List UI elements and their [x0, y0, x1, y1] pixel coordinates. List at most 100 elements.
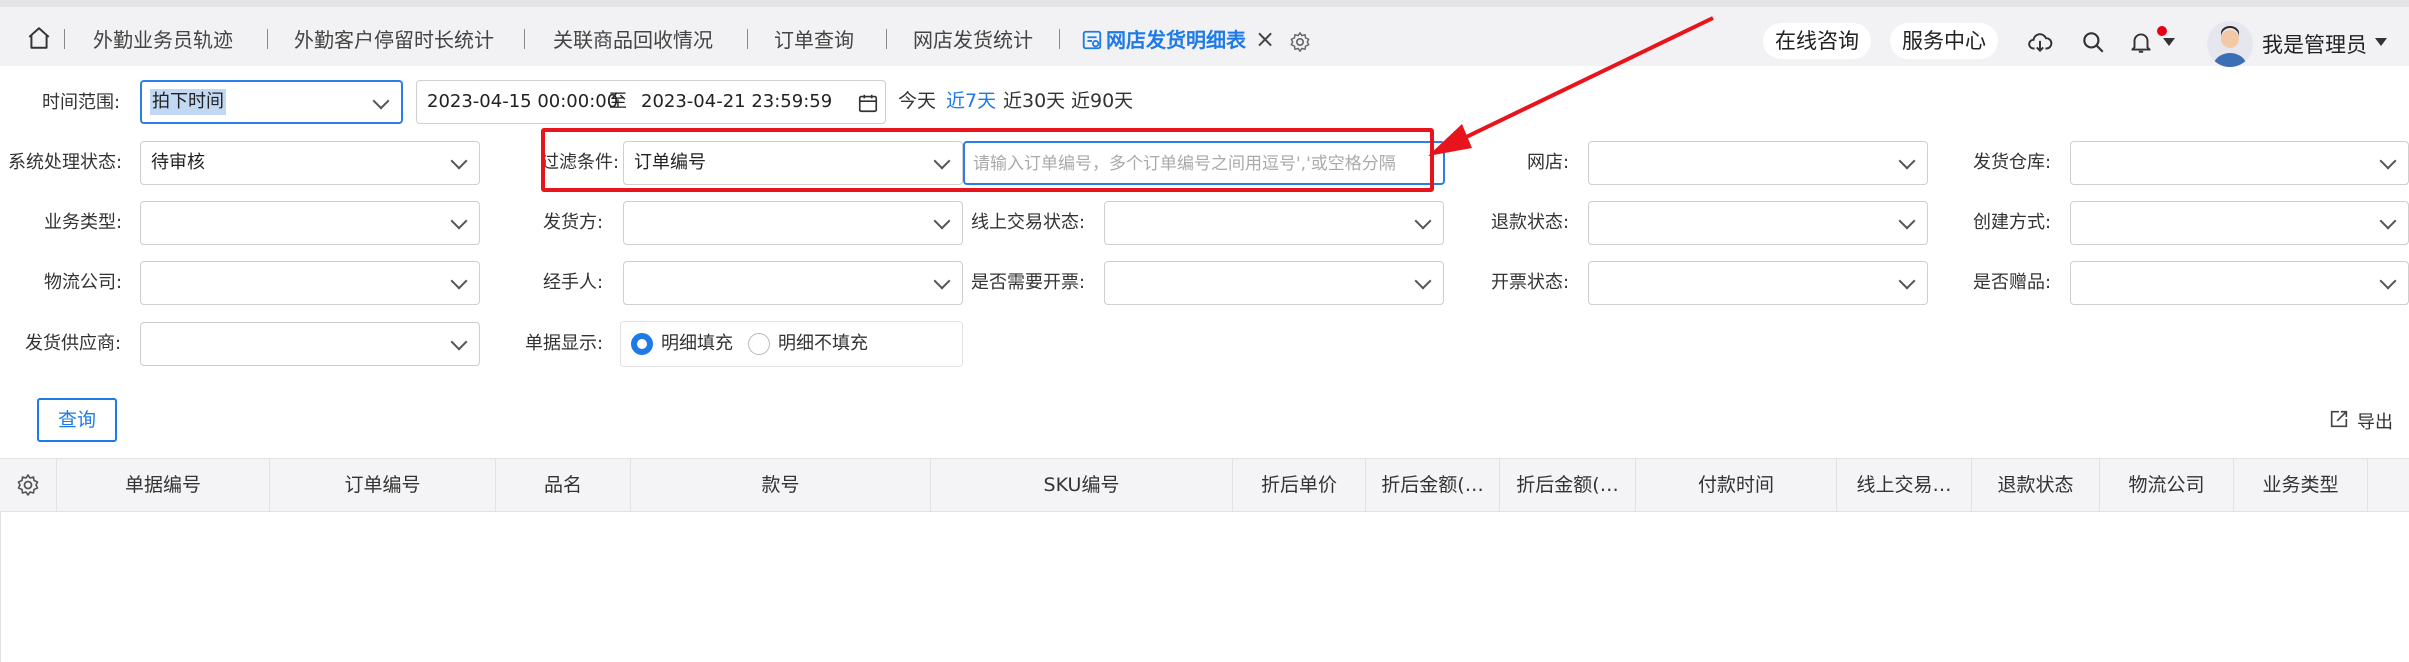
date-start: 2023-04-15 00:00:00	[427, 91, 619, 112]
biz-type-select[interactable]	[140, 201, 480, 245]
doc-display-radio-group: 明细填充 明细不填充	[620, 321, 963, 367]
logistics-select[interactable]	[140, 261, 480, 305]
quick-90-days[interactable]: 近90天	[1071, 89, 1133, 113]
sys-status-select[interactable]: 待审核	[140, 141, 480, 185]
tab-separator	[64, 29, 65, 49]
column-header-product-name[interactable]: 品名	[495, 459, 630, 511]
chevron-down-icon	[1898, 212, 1916, 230]
shipper-select[interactable]	[623, 201, 963, 245]
avatar[interactable]	[2207, 21, 2253, 67]
chevron-down-icon	[450, 152, 468, 170]
column-header-discount-price[interactable]: 折后单价	[1232, 459, 1365, 511]
shop-select[interactable]	[1588, 141, 1928, 185]
tab-shop-shipping-stats[interactable]: 网店发货统计	[913, 27, 1033, 53]
radio-fill-label[interactable]: 明细填充	[661, 332, 733, 356]
create-method-label: 创建方式:	[1973, 212, 2052, 233]
is-gift-select[interactable]	[2070, 261, 2409, 305]
column-header-sku-no[interactable]: SKU编号	[930, 459, 1232, 511]
service-center-button[interactable]: 服务中心	[1890, 23, 1998, 59]
search-icon[interactable]	[2080, 29, 2106, 55]
tab-shop-shipping-detail[interactable]: 网店发货明细表	[1106, 27, 1246, 53]
logistics-label: 物流公司:	[44, 272, 123, 293]
chevron-down-icon	[450, 212, 468, 230]
column-header-discount-amount-2[interactable]: 折后金额(…	[1499, 459, 1635, 511]
tab-separator	[1059, 29, 1060, 49]
time-type-select[interactable]: 拍下时间	[140, 80, 403, 124]
tab-product-recovery[interactable]: 关联商品回收情况	[553, 27, 713, 53]
chevron-down-icon	[933, 212, 951, 230]
tab-separator	[886, 29, 887, 49]
refund-status-select[interactable]	[1588, 201, 1928, 245]
column-header-refund-status[interactable]: 退款状态	[1971, 459, 2099, 511]
column-header-biz-type[interactable]: 业务类型	[2233, 459, 2367, 511]
calendar-icon[interactable]	[857, 92, 879, 114]
handler-select[interactable]	[623, 261, 963, 305]
date-end: 2023-04-21 23:59:59	[641, 91, 833, 112]
export-icon[interactable]	[2328, 408, 2350, 430]
chevron-down-icon	[933, 272, 951, 290]
radio-fill[interactable]	[631, 333, 653, 355]
need-invoice-select[interactable]	[1104, 261, 1444, 305]
date-range-picker[interactable]: 2023-04-15 00:00:00 至 2023-04-21 23:59:5…	[416, 80, 886, 124]
online-trade-status-select[interactable]	[1104, 201, 1444, 245]
handler-label: 经手人:	[543, 272, 604, 293]
invoice-status-select[interactable]	[1588, 261, 1928, 305]
user-avatar-icon	[2213, 26, 2247, 67]
home-icon[interactable]	[26, 25, 52, 51]
date-range-separator: 至	[609, 91, 627, 112]
column-header-online-trade-status[interactable]: 线上交易…	[1836, 459, 1971, 511]
time-range-label: 时间范围:	[42, 92, 121, 113]
quick-7-days[interactable]: 近7天	[946, 89, 996, 113]
chevron-down-icon	[2379, 272, 2397, 290]
chevron-down-icon	[1414, 212, 1432, 230]
warehouse-select[interactable]	[2070, 141, 2409, 185]
table-header: 单据编号 订单编号 品名 款号 SKU编号 折后单价 折后金额(… 折后金额(……	[0, 458, 2409, 512]
online-consult-button[interactable]: 在线咨询	[1763, 23, 1871, 59]
quick-30-days[interactable]: 近30天	[1003, 89, 1065, 113]
tab-customer-stay-duration[interactable]: 外勤客户停留时长统计	[294, 27, 494, 53]
tab-separator	[524, 29, 525, 49]
query-button[interactable]: 查询	[37, 398, 117, 442]
cloud-download-icon[interactable]	[2027, 29, 2053, 55]
column-header-discount-amount-1[interactable]: 折后金额(…	[1365, 459, 1499, 511]
column-settings-gear-icon[interactable]	[16, 473, 40, 497]
user-menu-chevron-icon[interactable]	[2375, 38, 2387, 46]
quick-today[interactable]: 今天	[898, 89, 936, 113]
highlight-annotation-box	[541, 128, 1434, 192]
chevron-down-icon	[2379, 212, 2397, 230]
warehouse-label: 发货仓库:	[1973, 152, 2052, 173]
chevron-down-icon	[1898, 272, 1916, 290]
is-gift-label: 是否赠品:	[1973, 272, 2052, 293]
chevron-down-icon	[372, 92, 390, 110]
chevron-down-icon	[1414, 272, 1432, 290]
sys-status-value: 待审核	[151, 152, 205, 173]
tab-field-salesman-track[interactable]: 外勤业务员轨迹	[93, 27, 233, 53]
column-header-style-no[interactable]: 款号	[630, 459, 930, 511]
gear-icon[interactable]	[1289, 31, 1311, 53]
radio-no-fill[interactable]	[748, 333, 770, 355]
tab-bar: 外勤业务员轨迹 外勤客户停留时长统计 关联商品回收情况 订单查询 网店发货统计 …	[0, 0, 2409, 67]
close-icon[interactable]: ×	[1255, 27, 1275, 51]
tab-order-query[interactable]: 订单查询	[774, 27, 854, 53]
invoice-status-label: 开票状态:	[1491, 272, 1570, 293]
notification-dot	[2157, 26, 2167, 36]
column-header-order-no[interactable]: 订单编号	[269, 459, 495, 511]
column-header-doc-no[interactable]: 单据编号	[56, 459, 269, 511]
export-button[interactable]: 导出	[2357, 408, 2393, 434]
column-header-more[interactable]	[2367, 459, 2409, 511]
tab-separator	[267, 29, 268, 49]
radio-no-fill-label[interactable]: 明细不填充	[778, 332, 868, 356]
supplier-select[interactable]	[140, 322, 480, 366]
chevron-down-icon	[450, 272, 468, 290]
chevron-down-icon	[450, 333, 468, 351]
online-trade-status-label: 线上交易状态:	[971, 212, 1086, 233]
username-label[interactable]: 我是管理员	[2262, 29, 2367, 59]
chevron-down-icon[interactable]	[2163, 38, 2175, 46]
column-header-pay-time[interactable]: 付款时间	[1635, 459, 1836, 511]
chevron-down-icon	[1898, 152, 1916, 170]
column-header-logistics[interactable]: 物流公司	[2099, 459, 2233, 511]
bell-icon[interactable]	[2128, 29, 2154, 55]
shop-label: 网店:	[1527, 152, 1570, 173]
create-method-select[interactable]	[2070, 201, 2409, 245]
sys-status-label: 系统处理状态:	[8, 152, 123, 173]
